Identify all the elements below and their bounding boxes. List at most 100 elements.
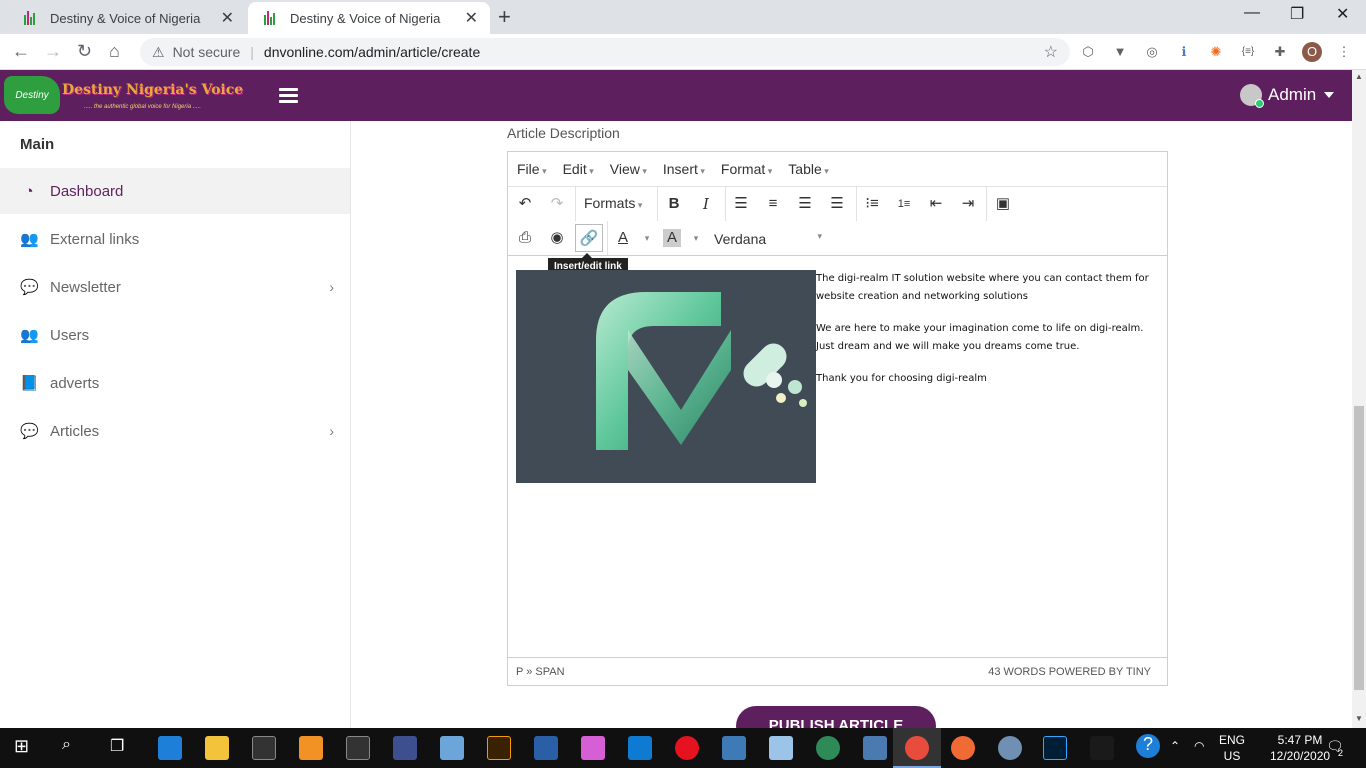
align-center-icon[interactable]: ≡ [759,190,787,218]
menu-file[interactable]: File [517,161,547,177]
new-tab-icon[interactable]: + [498,4,511,30]
windows-start-icon[interactable]: ⊞ [14,736,29,757]
phpmyadmin-icon[interactable] [393,736,417,760]
close-tab-icon[interactable]: ✕ [221,8,234,28]
postman-icon[interactable] [951,736,975,760]
clock[interactable]: 5:47 PM 12/20/2020 [1270,732,1330,764]
indent-icon[interactable]: ⇥ [954,190,982,218]
opera-icon[interactable] [675,736,699,760]
extension-braces-icon[interactable]: {≡} [1238,42,1258,62]
close-tab-icon[interactable]: ✕ [465,8,478,28]
illustrator-icon[interactable] [487,736,511,760]
font-family-select[interactable]: Verdana [714,231,822,247]
app-icon[interactable] [998,736,1022,760]
extension-orange-icon[interactable]: ✺ [1206,42,1226,62]
extension-info-icon[interactable]: ℹ [1174,42,1194,62]
site-logo[interactable]: Destiny Destiny Nigeria's Voice ..... th… [4,76,243,116]
chrome-icon[interactable] [905,736,929,760]
python-icon[interactable] [722,736,746,760]
file-explorer-icon[interactable] [205,736,229,760]
sublime-text-icon[interactable] [299,736,323,760]
edge-icon[interactable] [158,736,182,760]
italic-icon[interactable]: I [692,190,720,218]
language-indicator[interactable]: ENG US [1219,732,1245,764]
menu-edit[interactable]: Edit [563,161,594,177]
reload-icon[interactable]: ↻ [77,41,92,62]
menu-toggle-icon[interactable] [279,88,298,103]
menu-format[interactable]: Format [721,161,772,177]
menu-view[interactable]: View [610,161,647,177]
address-bar[interactable]: ⚠ Not secure | dnvonline.com/admin/artic… [140,38,1070,66]
extension-cube-icon[interactable]: ⬡ [1078,42,1098,62]
sidebar-item-newsletter[interactable]: 💬 Newsletter › [0,264,350,310]
browser-tab-active[interactable]: Destiny & Voice of Nigeria ✕ [248,2,490,34]
photoshop-icon[interactable] [1043,736,1067,760]
task-view-icon[interactable]: ❐ [110,736,124,756]
back-icon[interactable]: ← [12,41,30,62]
scrollbar-thumb[interactable] [1354,406,1364,690]
menu-table[interactable]: Table [788,161,829,177]
vscode-icon[interactable] [628,736,652,760]
formats-dropdown[interactable]: Formats [584,195,642,211]
text-color-dropdown-icon[interactable]: ▾ [633,224,661,252]
search-icon[interactable]: ⌕ [62,736,71,754]
sidebar-item-articles[interactable]: 💬 Articles › [0,408,350,454]
align-justify-icon[interactable]: ☰ [823,190,851,218]
outdent-icon[interactable]: ⇤ [922,190,950,218]
sidebar-item-users[interactable]: 👥 Users [0,312,350,358]
bold-icon[interactable]: B [660,190,688,218]
home-icon[interactable]: ⌂ [109,41,120,62]
undo-icon[interactable]: ↶ [511,190,539,218]
paragraph[interactable]: We are here to make your imagination com… [816,320,1161,356]
bullet-list-icon[interactable]: ⁝≡ [858,190,886,218]
align-left-icon[interactable]: ☰ [727,190,755,218]
virtualbox-icon[interactable] [440,736,464,760]
wifi-icon[interactable]: ◠ [1194,739,1204,753]
sidebar-item-dashboard[interactable]: ◔ Dashboard [0,168,350,214]
restore-icon[interactable]: ❐ [1290,4,1304,24]
tray-expand-icon[interactable]: ⌃ [1170,739,1180,753]
numbered-list-icon[interactable]: 1≡ [890,190,918,218]
window-close-icon[interactable]: ✕ [1336,4,1349,24]
browser-tab[interactable]: Destiny & Voice of Nigeria ✕ [8,2,246,34]
help-icon[interactable]: ? [1136,734,1160,758]
chevron-right-icon: › [329,279,334,295]
editor-content-area[interactable]: The digi-realm IT solution website where… [508,256,1167,657]
admin-menu[interactable]: Admin [1240,84,1335,108]
comments-icon: 💬 [20,279,39,296]
extension-v-icon[interactable]: ▼ [1110,42,1130,62]
print-icon[interactable]: ⎙ [511,224,539,252]
app-icon[interactable] [534,736,558,760]
profile-avatar[interactable]: O [1302,42,1322,62]
insert-image-icon[interactable]: ▣ [989,190,1017,218]
app-icon[interactable] [1090,736,1114,760]
paragraph[interactable]: The digi-realm IT solution website where… [816,270,1161,306]
minimize-icon[interactable]: — [1244,4,1260,22]
background-color-dropdown-icon[interactable]: ▾ [682,224,710,252]
app-icon[interactable] [816,736,840,760]
terminal-icon[interactable] [346,736,370,760]
terminal-icon[interactable] [252,736,276,760]
article-image[interactable] [516,270,816,483]
app-icon[interactable] [769,736,793,760]
redo-icon[interactable]: ↷ [543,190,571,218]
scroll-up-icon[interactable]: ▲ [1355,72,1363,81]
background-color-icon[interactable]: A [663,229,681,247]
bookmark-star-icon[interactable]: ☆ [1044,42,1058,62]
scroll-down-icon[interactable]: ▼ [1355,714,1363,723]
paragraph[interactable]: Thank you for choosing digi-realm [816,370,1161,388]
sidebar-item-external-links[interactable]: 👥 External links [0,216,350,262]
preview-eye-icon[interactable]: ◉ [543,224,571,252]
menu-insert[interactable]: Insert [663,161,705,177]
extensions-puzzle-icon[interactable]: ✚ [1270,42,1290,62]
link-icon[interactable]: 🔗 [575,224,603,252]
app-icon[interactable] [581,736,605,760]
browser-menu-icon[interactable]: ⋮ [1334,42,1354,62]
page-scrollbar[interactable]: ▲ ▼ [1352,70,1366,728]
element-path[interactable]: P » SPAN [516,666,565,678]
postgres-icon[interactable] [863,736,887,760]
forward-icon[interactable]: → [44,41,62,62]
sidebar-item-adverts[interactable]: 📘 adverts [0,360,350,406]
align-right-icon[interactable]: ☰ [791,190,819,218]
extension-ghost-icon[interactable]: ◎ [1142,42,1162,62]
